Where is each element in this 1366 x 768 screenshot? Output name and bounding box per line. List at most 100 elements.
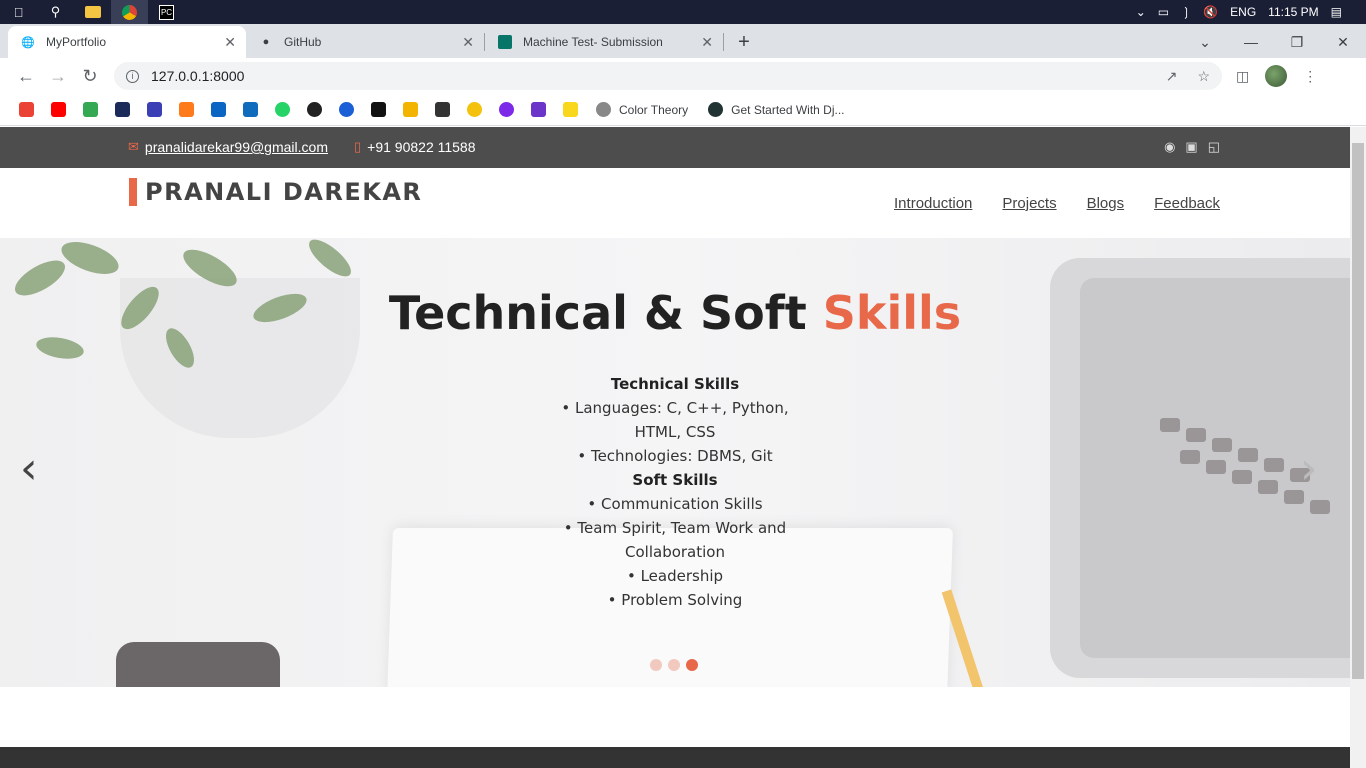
hero-title-accent: Skills [822, 286, 962, 340]
address-bar[interactable]: i 127.0.0.1:8000 ↗ ☆ [114, 62, 1222, 90]
skill-item: • Technologies: DBMS, Git [577, 447, 773, 465]
wifi-icon[interactable]: ❳ [1181, 5, 1191, 19]
page-scrollbar[interactable] [1350, 127, 1366, 768]
bird-icon[interactable] [430, 98, 454, 122]
globe-icon: 🌐 [21, 36, 35, 49]
x-icon[interactable] [366, 98, 390, 122]
carousel-dot-active[interactable] [686, 659, 698, 671]
carousel-dot[interactable] [650, 659, 662, 671]
whatsapp-icon[interactable] [270, 98, 294, 122]
tab-label: MyPortfolio [46, 35, 107, 49]
file-explorer-icon[interactable] [74, 0, 111, 24]
browser-tab-strip: 🌐 MyPortfolio ✕ ● GitHub ✕ Machine Test-… [0, 24, 1366, 58]
nav-blogs[interactable]: Blogs [1087, 195, 1125, 212]
close-icon[interactable]: ✕ [462, 34, 474, 51]
envelope-icon: ✉ [128, 139, 139, 154]
back-button[interactable]: ← [10, 60, 42, 92]
outlook-icon[interactable] [238, 98, 262, 122]
tab-search-icon[interactable]: ⌄ [1182, 34, 1228, 51]
linkedin-icon[interactable]: ▣ [1185, 139, 1197, 155]
soft-skills-heading: Soft Skills [632, 471, 718, 489]
apple-menu-icon[interactable]:  [0, 0, 37, 24]
django-icon [708, 102, 724, 117]
maps-icon[interactable] [78, 98, 102, 122]
bookmark-color-theory[interactable]: Color Theory [590, 102, 694, 117]
phone-number: +91 90822 11588 [367, 139, 476, 155]
profile-avatar[interactable] [1265, 65, 1288, 87]
carousel-next-button[interactable]: › [1300, 443, 1318, 494]
scrollbar-thumb[interactable] [1352, 143, 1364, 679]
instagram-icon[interactable]: ◱ [1208, 139, 1220, 155]
gmail-icon[interactable] [14, 98, 38, 122]
new-tab-button[interactable]: + [730, 28, 758, 56]
skills-list: Technical Skills • Languages: C, C++, Py… [560, 372, 790, 612]
bookmark-label: Color Theory [619, 102, 689, 117]
c-icon[interactable] [334, 98, 358, 122]
contact-bar: ✉ pranalidarekar99@gmail.com ▯ +91 90822… [0, 127, 1350, 168]
site-header: PRANALI DAREKAR Introduction Projects Bl… [0, 168, 1350, 238]
coin-icon[interactable] [462, 98, 486, 122]
max-icon[interactable] [526, 98, 550, 122]
main-nav: Introduction Projects Blogs Feedback [894, 195, 1220, 212]
chart-icon[interactable] [398, 98, 422, 122]
hero-title: Technical & Soft Skills [388, 286, 962, 340]
carousel-indicators [650, 659, 698, 671]
tab-github[interactable]: ● GitHub ✕ [246, 26, 484, 58]
reload-button[interactable]: ↻ [74, 60, 106, 92]
menu-icon[interactable]: ⋮ [1303, 68, 1317, 85]
chevron-up-icon[interactable]: ⌄ [1136, 5, 1146, 19]
minimize-button[interactable]: — [1228, 34, 1274, 50]
chrome-icon[interactable] [111, 0, 148, 24]
tech-skills-heading: Technical Skills [610, 375, 740, 393]
cloud-icon[interactable] [110, 98, 134, 122]
language-indicator[interactable]: ENG [1230, 5, 1256, 19]
search-icon[interactable]: ⚲ [37, 0, 74, 24]
battery-icon[interactable]: ▭ [1158, 5, 1169, 19]
youtube-icon[interactable] [46, 98, 70, 122]
os-taskbar:  ⚲ PC ⌄ ▭ ❳ 🔇 ENG 11:15 PM ▤ [0, 0, 1366, 24]
carousel-prev-button[interactable]: ‹ [20, 443, 38, 494]
nav-feedback[interactable]: Feedback [1154, 195, 1220, 212]
browser-toolbar: ← → ↻ i 127.0.0.1:8000 ↗ ☆ ◫ ⋮ [0, 58, 1366, 94]
linkedin-icon[interactable] [206, 98, 230, 122]
github-icon[interactable]: ◉ [1164, 139, 1175, 155]
footer-strip [0, 747, 1350, 768]
flipkart-icon[interactable] [558, 98, 582, 122]
info-icon[interactable]: i [126, 69, 139, 83]
email-contact[interactable]: ✉ pranalidarekar99@gmail.com [128, 139, 328, 155]
tab-label: Machine Test- Submission [523, 35, 663, 49]
bookmark-star-icon[interactable]: ☆ [1197, 68, 1210, 85]
forward-button[interactable]: → [42, 60, 74, 92]
skill-item: • Team Spirit, Team Work and Collaborati… [563, 519, 787, 561]
nav-projects[interactable]: Projects [1002, 195, 1056, 212]
v-icon[interactable] [142, 98, 166, 122]
notification-icon[interactable]: ▤ [1331, 5, 1342, 19]
phone-image [116, 642, 280, 687]
url-text[interactable]: 127.0.0.1:8000 [151, 68, 244, 84]
bookmark-label: Get Started With Dj... [731, 102, 845, 117]
site-logo[interactable]: PRANALI DAREKAR [129, 178, 422, 206]
skill-item: • Leadership [626, 567, 724, 585]
bookmarks-bar: Color Theory Get Started With Dj... [0, 94, 1366, 126]
close-icon[interactable]: ✕ [701, 34, 713, 51]
bookmark-django[interactable]: Get Started With Dj... [702, 102, 850, 117]
skill-item: • Communication Skills [587, 495, 763, 513]
share-icon[interactable]: ↗ [1166, 68, 1178, 85]
pycharm-icon[interactable]: PC [148, 0, 185, 24]
carousel-dot[interactable] [668, 659, 680, 671]
forms-icon [497, 34, 513, 50]
v-orange-icon[interactable] [174, 98, 198, 122]
canva-icon[interactable] [494, 98, 518, 122]
email-link[interactable]: pranalidarekar99@gmail.com [145, 139, 328, 155]
close-icon[interactable]: ✕ [224, 34, 236, 51]
clock[interactable]: 11:15 PM [1268, 5, 1318, 19]
volume-muted-icon[interactable]: 🔇 [1203, 5, 1218, 19]
tab-myportfolio[interactable]: 🌐 MyPortfolio ✕ [8, 26, 246, 58]
side-panel-icon[interactable]: ◫ [1236, 68, 1249, 85]
nav-introduction[interactable]: Introduction [894, 195, 972, 212]
github-icon: ● [262, 36, 270, 48]
github-icon[interactable] [302, 98, 326, 122]
restore-button[interactable]: ❐ [1274, 34, 1320, 51]
tab-machine-test[interactable]: Machine Test- Submission ✕ [485, 26, 723, 58]
close-window-button[interactable]: ✕ [1320, 34, 1366, 51]
